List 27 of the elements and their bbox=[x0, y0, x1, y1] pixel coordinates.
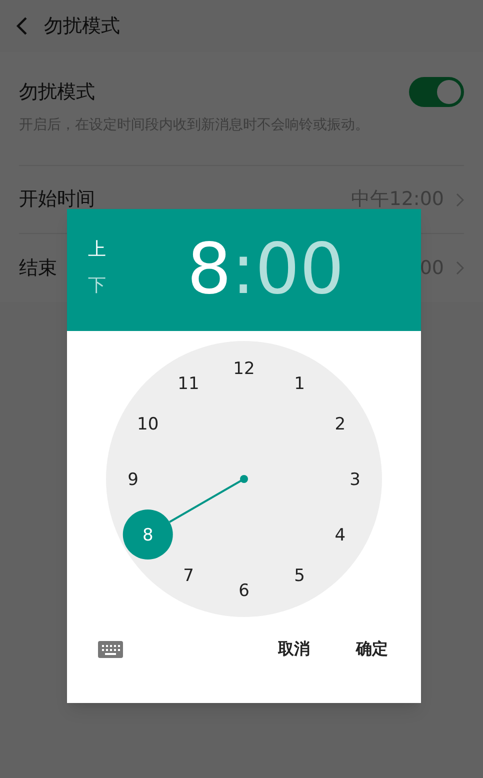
clock-number[interactable]: 2 bbox=[334, 414, 346, 434]
back-icon[interactable] bbox=[16, 16, 28, 36]
hour-value[interactable]: 8 bbox=[187, 221, 232, 317]
page-title: 勿扰模式 bbox=[44, 14, 120, 39]
clock-number[interactable]: 12 bbox=[233, 359, 255, 379]
clock-number[interactable]: 9 bbox=[128, 470, 138, 490]
time-separator: : bbox=[232, 227, 256, 312]
cancel-button[interactable]: 取消 bbox=[270, 629, 318, 669]
clock-number[interactable]: 7 bbox=[183, 566, 194, 586]
confirm-button[interactable]: 确定 bbox=[348, 629, 396, 669]
clock-number[interactable]: 11 bbox=[178, 374, 200, 394]
clock-face[interactable] bbox=[106, 341, 382, 617]
chevron-icon bbox=[456, 192, 464, 206]
keyboard-icon[interactable] bbox=[98, 640, 123, 658]
clock-number[interactable]: 3 bbox=[350, 470, 360, 490]
clock-number[interactable]: 5 bbox=[294, 566, 305, 586]
setting-label: 开始时间 bbox=[19, 187, 95, 212]
setting-label: 结束 bbox=[19, 256, 57, 281]
clock-number[interactable]: 10 bbox=[137, 414, 159, 434]
clock-number[interactable]: 8 bbox=[142, 526, 154, 546]
clock-number[interactable]: 1 bbox=[294, 374, 305, 394]
toggle-switch[interactable] bbox=[409, 77, 464, 107]
setting-label: 勿扰模式 bbox=[19, 80, 95, 105]
clock-number[interactable]: 4 bbox=[334, 526, 346, 546]
chevron-icon bbox=[456, 261, 464, 275]
clock-number[interactable]: 6 bbox=[238, 581, 250, 601]
period-option[interactable]: 上 bbox=[88, 239, 106, 261]
